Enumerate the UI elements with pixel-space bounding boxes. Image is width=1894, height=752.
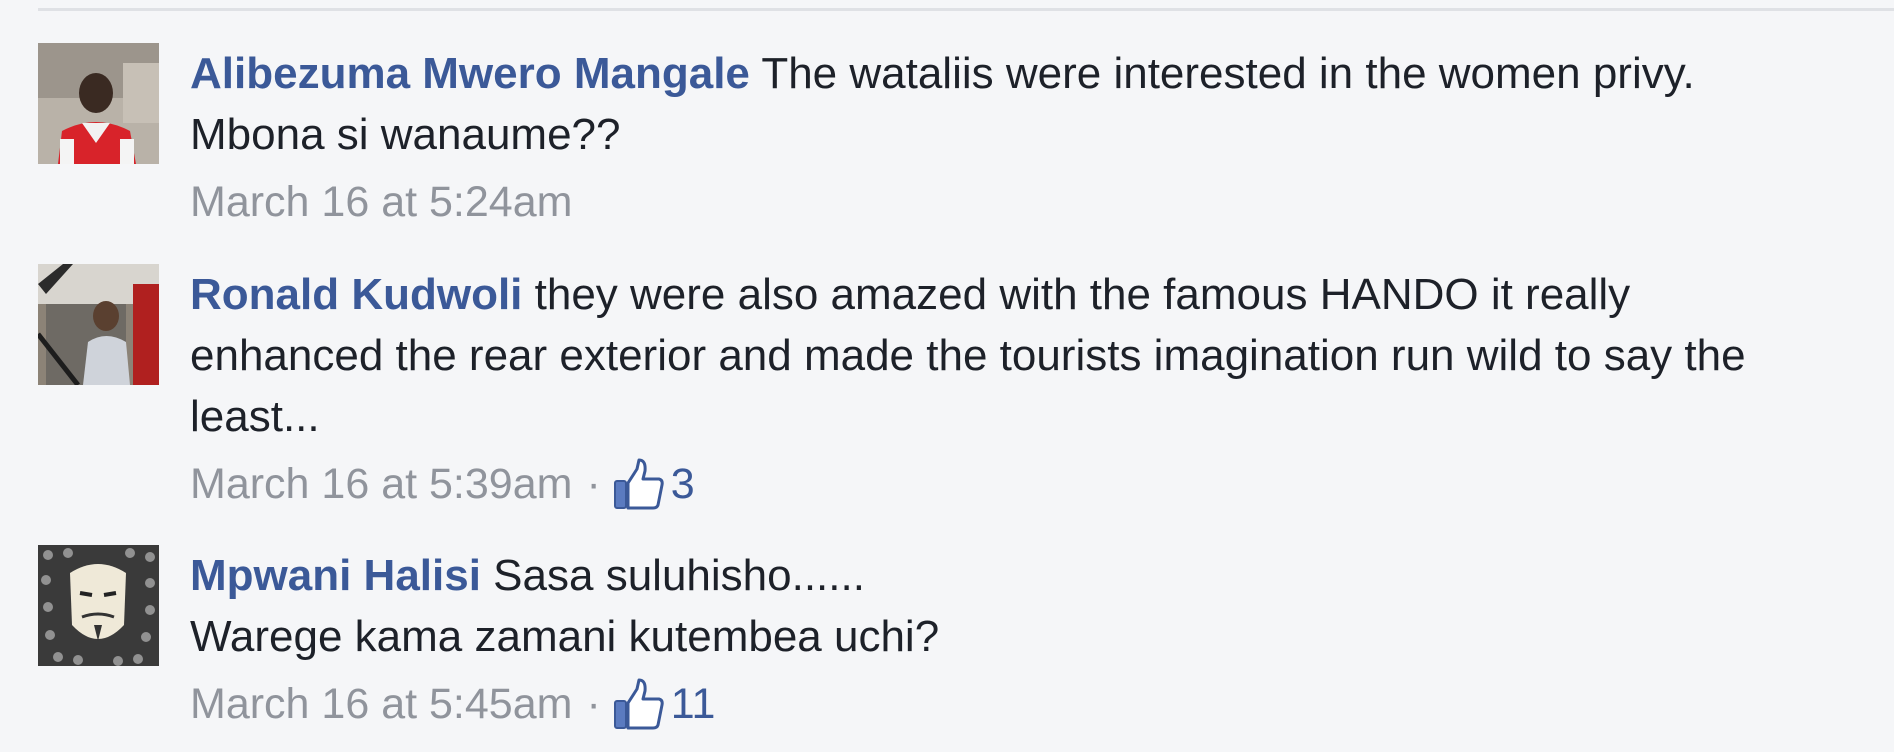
- comment-text: Sasa suluhisho......: [480, 551, 865, 600]
- avatar[interactable]: [38, 264, 159, 385]
- comment-text: least...: [190, 392, 320, 441]
- author-name[interactable]: Alibezuma Mwero Mangale: [190, 49, 750, 98]
- timestamp[interactable]: March 16 at 5:45am: [190, 676, 572, 732]
- comment-text: Mbona si wanaume??: [190, 110, 621, 159]
- profile-photo-red-shirt-icon: [38, 43, 159, 164]
- avatar[interactable]: [38, 43, 159, 164]
- avatar[interactable]: [38, 545, 159, 666]
- timestamp[interactable]: March 16 at 5:39am: [190, 456, 572, 512]
- like-count[interactable]: 11: [671, 676, 716, 732]
- author-name[interactable]: Mpwani Halisi: [190, 551, 481, 600]
- comment-text: enhanced the rear exterior and made the …: [190, 331, 1746, 380]
- separator: ·: [586, 680, 601, 728]
- separator: ·: [586, 460, 601, 508]
- profile-photo-mask-icon: [38, 545, 159, 666]
- comment-text: Warege kama zamani kutembea uchi?: [190, 612, 940, 661]
- comment-text: they were also amazed with the famous HA…: [522, 270, 1631, 319]
- top-divider: [38, 8, 1894, 11]
- timestamp[interactable]: March 16 at 5:24am: [190, 174, 572, 230]
- like-count[interactable]: 3: [671, 456, 695, 512]
- comment-text: The wataliis were interested in the wome…: [749, 49, 1695, 98]
- author-name[interactable]: Ronald Kudwoli: [190, 270, 522, 319]
- thumbs-up-icon[interactable]: [613, 457, 665, 511]
- thumbs-up-icon[interactable]: [613, 677, 665, 731]
- profile-photo-vehicle-icon: [38, 264, 159, 385]
